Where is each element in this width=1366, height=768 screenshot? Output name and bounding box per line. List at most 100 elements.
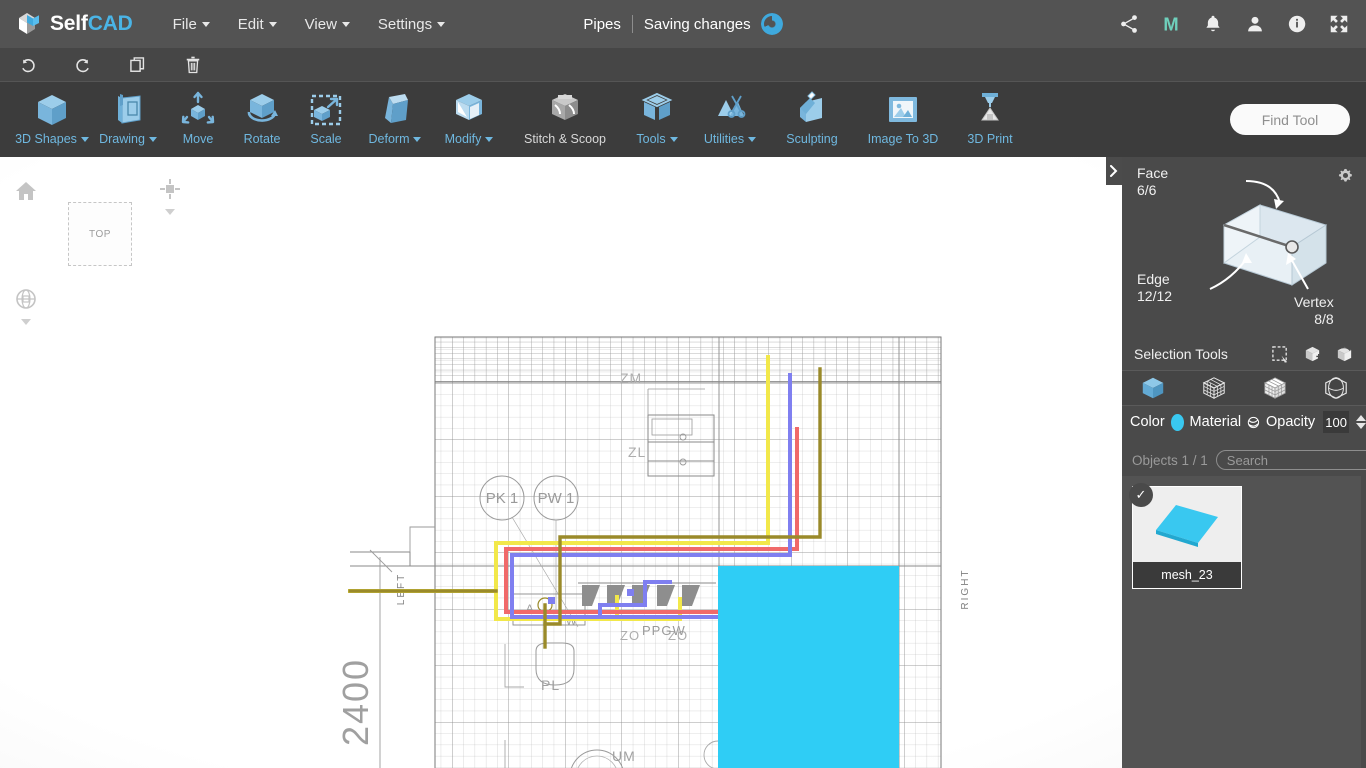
blueprint-reference-drawing: 2400 1800 LEFT RIGHT FRONT PK 1 PW 1 PK2 [335,336,971,768]
face-sphere-icon [1324,377,1347,399]
action-bar [0,48,1366,81]
collapse-right-panel-button[interactable] [1106,157,1122,185]
stitch-scoop-icon [545,89,585,131]
chevron-right-icon [1110,165,1118,177]
3d-print-icon [970,89,1010,131]
sculpting-brush-icon [792,89,832,131]
sketch-pencil-icon [108,89,148,131]
svg-text:PPGW: PPGW [642,623,686,638]
selection-cube-diagram [1209,180,1328,290]
svg-text:PK 1: PK 1 [486,490,519,507]
tool-image-to-3d[interactable]: Image To 3D [854,82,952,146]
lasso-select-icon[interactable] [1335,345,1354,364]
svg-text:M: M [1163,13,1178,34]
mode-edge[interactable] [1256,373,1294,403]
pan-widget-button[interactable] [158,177,182,215]
tool-label: Drawing [99,132,157,146]
tool-label: Move [182,132,214,146]
user-account-icon[interactable] [1244,13,1266,35]
menu-file[interactable]: File [159,10,224,39]
find-tool-input[interactable] [1230,104,1350,135]
document-title: Pipes [583,15,621,33]
mode-vertex[interactable] [1195,373,1233,403]
mode-object[interactable] [1134,373,1172,403]
chevron-down-icon [437,21,446,27]
chevron-down-icon[interactable] [21,319,31,325]
object-selected-checkmark[interactable]: ✓ [1129,483,1153,507]
image-to-3d-icon [883,89,923,131]
tool-label: Image To 3D [867,132,939,146]
box-select-icon[interactable] [1303,345,1322,364]
main-toolbar: 3D Shapes Drawing Move Rotate Scale Defo… [0,81,1366,157]
fullscreen-icon[interactable] [1328,13,1350,35]
tool-scale[interactable]: Scale [294,82,358,146]
undo-button[interactable] [14,53,42,77]
stepper-down-icon[interactable] [1355,423,1366,429]
opacity-value[interactable]: 100 [1323,411,1349,433]
objects-list: ✓ mesh_23 [1122,476,1366,768]
opacity-stepper[interactable] [1355,415,1366,429]
redo-button[interactable] [69,53,97,77]
memberships-m-icon[interactable]: M [1160,13,1182,35]
chevron-down-icon [485,136,494,142]
tool-label: 3D Shapes [15,132,89,146]
tool-move[interactable]: Move [166,82,230,146]
tool-modify[interactable]: Modify [432,82,506,146]
selected-mesh-plane[interactable] [718,566,899,768]
tool-deform[interactable]: Deform [358,82,432,146]
material-sphere-icon[interactable] [1247,414,1260,431]
menu-view[interactable]: View [291,10,364,39]
menu-settings[interactable]: Settings [364,10,459,39]
tool-tools[interactable]: Tools [624,82,690,146]
rectangle-select-icon[interactable] [1271,345,1290,364]
3d-viewport[interactable]: 2400 1800 LEFT RIGHT FRONT PK 1 PW 1 PK2 [0,157,1122,768]
redo-icon [75,58,89,72]
object-card[interactable]: ✓ mesh_23 [1129,483,1242,589]
objects-scrollbar[interactable] [1361,476,1366,768]
svg-text:ZO: ZO [620,628,640,643]
tool-utilities[interactable]: Utilities [690,82,770,146]
top-menu-bar: SelfCAD File Edit View Settings Pipes Sa… [0,0,1366,48]
tool-stitch-and-scoop[interactable]: Stitch & Scoop [506,82,624,146]
tool-3d-shapes[interactable]: 3D Shapes [14,82,90,146]
share-icon[interactable] [1118,13,1140,35]
objects-count-label: Objects 1 / 1 [1132,452,1208,468]
tool-rotate[interactable]: Rotate [230,82,294,146]
home-view-button[interactable] [14,179,38,208]
chevron-down-icon [268,21,277,27]
objects-search-input[interactable] [1215,450,1366,470]
mode-face[interactable] [1317,373,1355,403]
chevron-down-icon [748,136,757,142]
info-icon[interactable] [1286,13,1308,35]
orbit-globe-button[interactable] [14,287,38,325]
tool-drawing[interactable]: Drawing [90,82,166,146]
saving-spinner-icon [760,13,783,35]
selfcad-logo[interactable]: SelfCAD [18,11,133,37]
color-swatch[interactable] [1170,413,1184,431]
tool-3d-print[interactable]: 3D Print [952,82,1028,146]
tool-sculpting[interactable]: Sculpting [770,82,854,146]
tool-label: Tools [636,132,678,146]
menu-edit[interactable]: Edit [224,10,291,39]
stepper-up-icon[interactable] [1355,415,1366,421]
chevron-down-icon [80,136,89,142]
color-label: Color [1130,414,1165,430]
object-name: mesh_23 [1133,562,1241,588]
copy-icon [129,56,144,72]
right-panel: Face 6/6 Edge 12/12 Vertex 8/8 Selection… [1122,157,1366,768]
view-cube[interactable]: TOP [68,202,132,266]
pan-widget-icon [160,179,180,199]
chevron-down-icon [341,21,350,27]
delete-button[interactable] [179,53,207,77]
notifications-bell-icon[interactable] [1202,13,1224,35]
rotate-cube-icon [242,89,282,131]
duplicate-slot [110,53,165,77]
tool-label: 3D Print [967,132,1013,146]
svg-text:PL: PL [541,677,560,693]
svg-text:UM: UM [612,748,636,764]
solid-cube-icon [1142,377,1163,399]
top-right-toolbar: M [1118,0,1350,48]
chevron-down-icon[interactable] [165,209,175,215]
tool-label: Scale [310,132,342,146]
duplicate-button[interactable] [124,53,152,77]
